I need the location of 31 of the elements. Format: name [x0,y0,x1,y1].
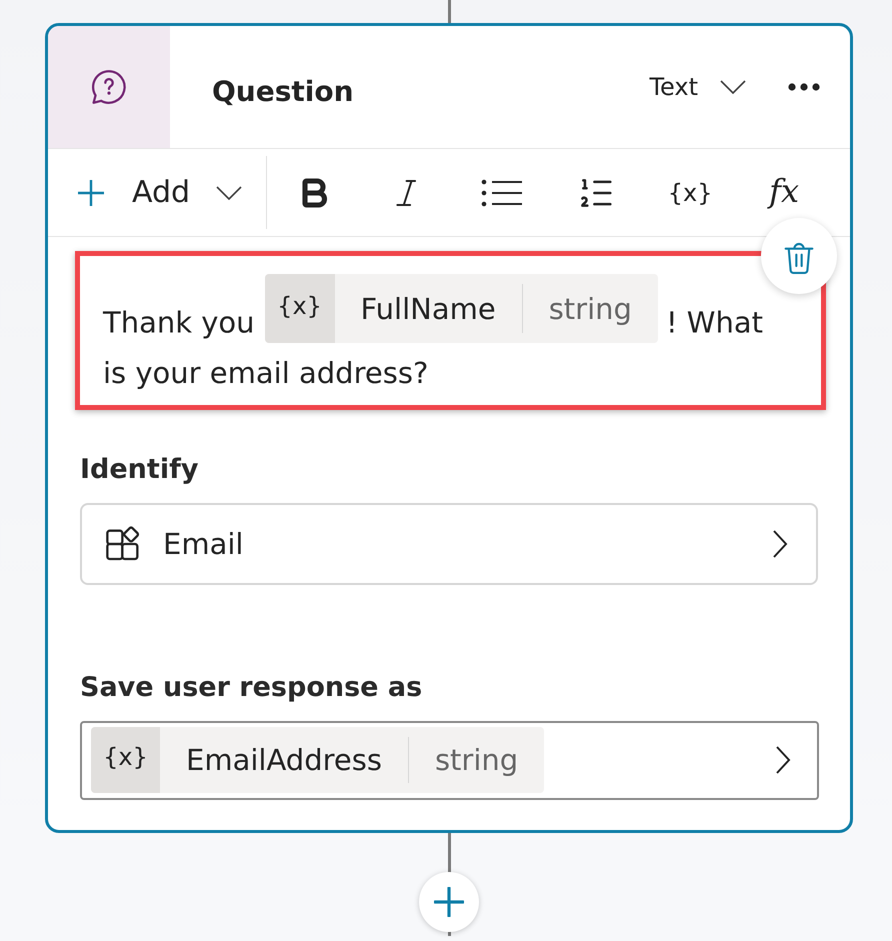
insert-variable-button[interactable]: {x} [662,168,718,216]
delete-button[interactable] [761,218,837,294]
chevron-right-icon [772,530,788,558]
chevron-right-icon [775,746,791,774]
variable-name: EmailAddress [185,742,383,779]
chevron-down-icon [720,80,746,94]
message-editor[interactable]: Thank you {x} FullName string ! What is your email address? [75,251,826,410]
variable-symbol: {x} [264,274,335,343]
plus-icon [77,178,105,206]
variable-type: string [548,290,633,328]
message-text: Thank you [103,306,255,340]
message-text: is your email address? [103,356,428,390]
ellipsis-icon [788,83,820,91]
variable-name: FullName [360,290,497,328]
section-label: Identify [80,452,198,486]
add-button[interactable]: Add [77,172,242,212]
variable-symbol: {x} [91,727,160,793]
section-label: Save user response as [80,670,422,704]
connector-line [448,0,450,23]
response-variable-field[interactable]: {x} EmailAddress string [80,720,819,800]
bullet-list-icon [481,178,524,208]
identify-field[interactable]: Email [80,502,818,584]
response-type-dropdown[interactable]: Text [649,71,746,103]
formula-button[interactable]: fx [756,168,812,216]
plus-icon [434,886,464,916]
message-text: ! What [666,306,763,340]
chevron-down-icon [216,186,242,200]
trash-icon [783,240,815,276]
variable-type: string [434,742,520,779]
add-step-button[interactable] [419,872,479,932]
node-title: Question [212,74,354,110]
